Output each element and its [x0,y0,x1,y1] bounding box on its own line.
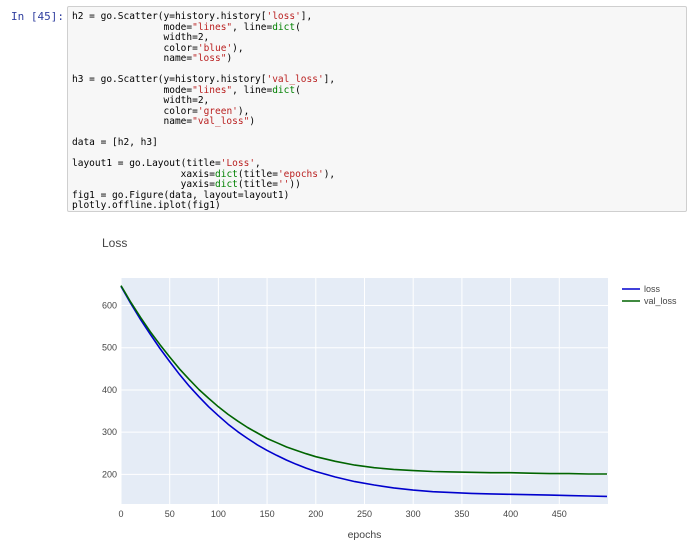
y-tick-label: 400 [102,385,117,395]
y-tick-label: 500 [102,343,117,353]
chart-title: Loss [102,236,128,250]
legend-item-val-loss[interactable]: val_loss [622,296,677,306]
x-tick-label: 150 [260,509,275,519]
x-tick-label: 250 [357,509,372,519]
x-tick-label: 50 [165,509,175,519]
x-tick-label: 300 [406,509,421,519]
y-axis-ticks: 200 300 400 500 600 [102,300,117,479]
legend-label: loss [644,284,661,294]
x-tick-label: 350 [454,509,469,519]
x-tick-label: 200 [308,509,323,519]
legend-item-loss[interactable]: loss [622,284,661,294]
x-tick-label: 100 [211,509,226,519]
x-axis-ticks: 0 50 100 150 200 250 300 350 400 450 [118,509,566,519]
x-tick-label: 0 [118,509,123,519]
legend-label: val_loss [644,296,677,306]
x-tick-label: 450 [552,509,567,519]
y-tick-label: 600 [102,300,117,310]
plotly-chart[interactable]: 0 50 100 150 200 250 300 350 400 450 200 300 400 500… [0,268,700,552]
code-line: plotly.offline.iplot(fig1) [72,200,221,211]
code-editor[interactable]: h2 = go.Scatter(y=history.history['loss'… [72,11,682,212]
code-line: name="loss") [72,53,233,64]
code-cell-input[interactable]: h2 = go.Scatter(y=history.history['loss'… [67,6,687,212]
x-axis-title: epochs [348,529,382,541]
code-line: name="val_loss") [72,116,256,127]
y-tick-label: 300 [102,427,117,437]
input-prompt: In [45]: [11,10,64,23]
legend[interactable]: loss val_loss [622,284,677,306]
code-line: data = [h2, h3] [72,137,158,148]
x-tick-label: 400 [503,509,518,519]
y-tick-label: 200 [102,469,117,479]
